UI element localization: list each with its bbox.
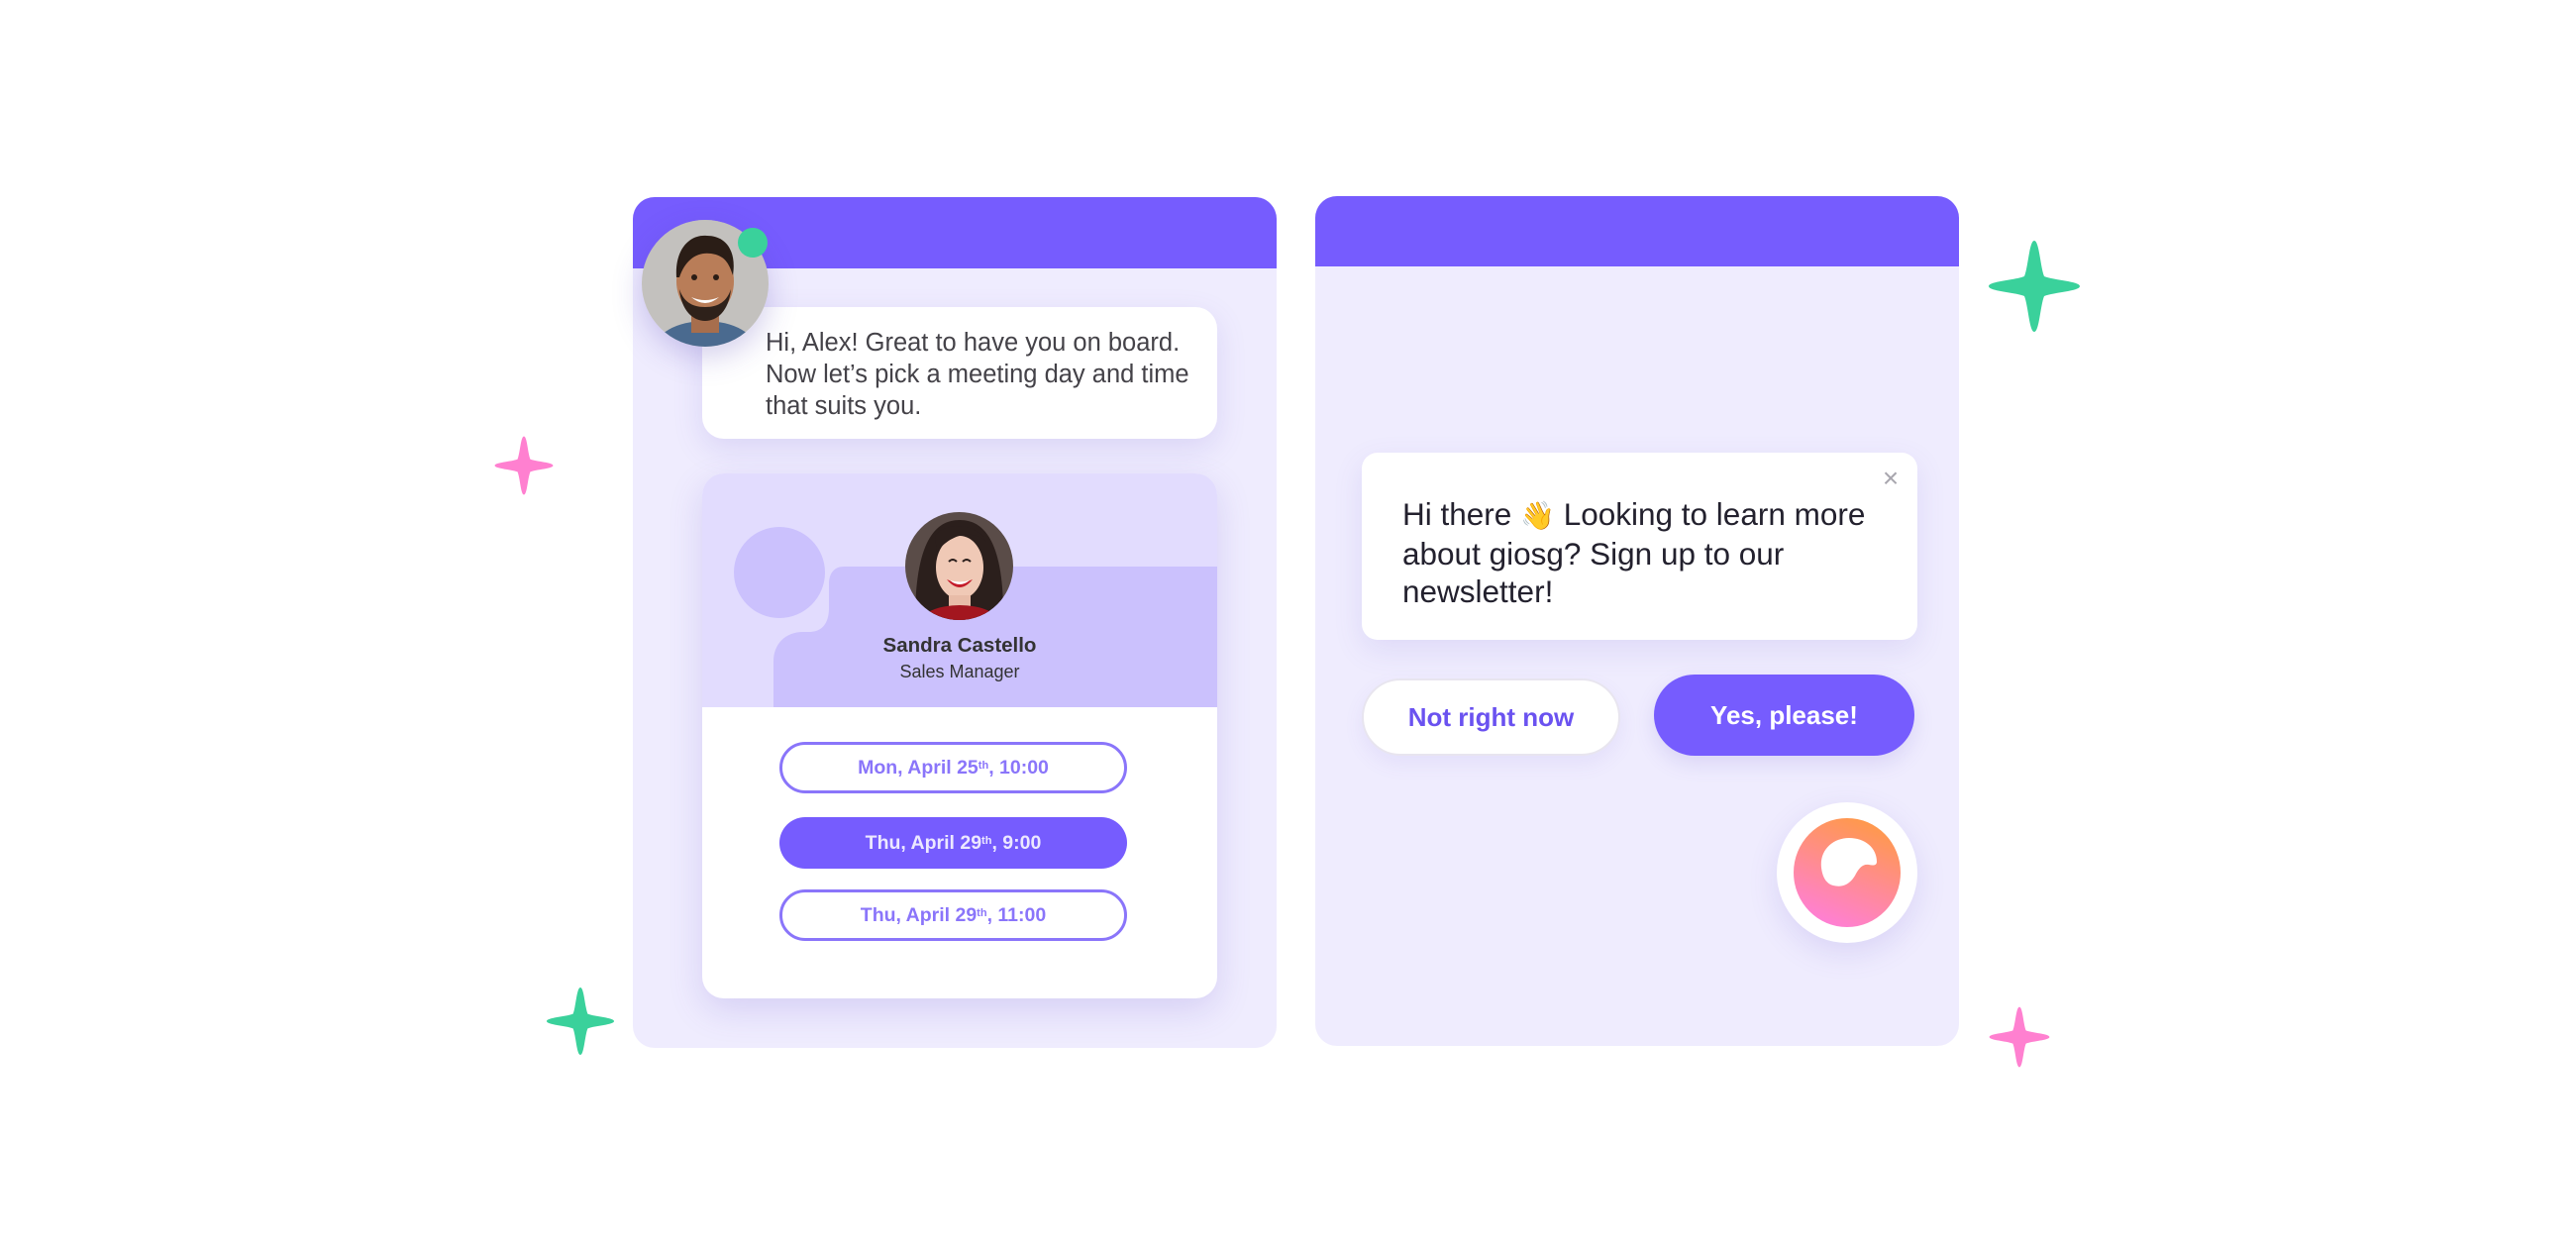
person-photo-icon [905,512,1013,620]
time-slot-button[interactable]: Mon, April 25th, 10:00 [779,742,1127,793]
close-icon[interactable]: × [1878,465,1904,492]
newsletter-prompt-card: Hi there 👋 Looking to learn more about g… [1362,453,1917,640]
slot-time: , 9:00 [991,831,1042,854]
chat-header [1315,196,1959,266]
meeting-booking-card: Sandra Castello Sales Manager Mon, April… [702,473,1217,998]
time-slot-button[interactable]: Thu, April 29th, 11:00 [779,889,1127,941]
slot-date: Thu, April 29 [865,831,982,854]
host-title: Sales Manager [899,662,1020,681]
slot-date: Thu, April 29 [860,903,978,926]
waving-hand-icon: 👋 [1520,500,1555,531]
sparkle-icon [1985,237,2084,336]
sparkle-icon [492,434,556,497]
agent-message-bubble: Hi, Alex! Great to have you on board. No… [702,307,1217,439]
time-slot-button-selected[interactable]: Thu, April 29th, 9:00 [779,817,1127,869]
chat-launcher-button[interactable] [1777,802,1917,943]
host-avatar [905,512,1013,620]
giosg-logo-icon [1794,818,1901,927]
slot-date-suffix: th [978,760,989,772]
slot-time: , 10:00 [988,756,1049,779]
online-status-indicator [738,228,768,258]
prompt-text-start: Hi there [1402,496,1521,532]
booking-card-header: Sandra Castello Sales Manager [702,473,1217,707]
slot-date-suffix: th [981,835,992,847]
slot-date-suffix: th [977,907,987,919]
accept-button[interactable]: Yes, please! [1654,675,1914,756]
decline-button[interactable]: Not right now [1362,678,1620,756]
slot-time: , 11:00 [986,903,1047,926]
slot-date: Mon, April 25 [858,756,979,779]
sparkle-icon [1987,1004,2052,1070]
sparkle-icon [544,985,617,1058]
newsletter-prompt-text: Hi there 👋 Looking to learn more about g… [1402,495,1907,610]
host-name: Sandra Castello [882,634,1037,657]
agent-message-text: Hi, Alex! Great to have you on board. No… [766,329,1189,420]
